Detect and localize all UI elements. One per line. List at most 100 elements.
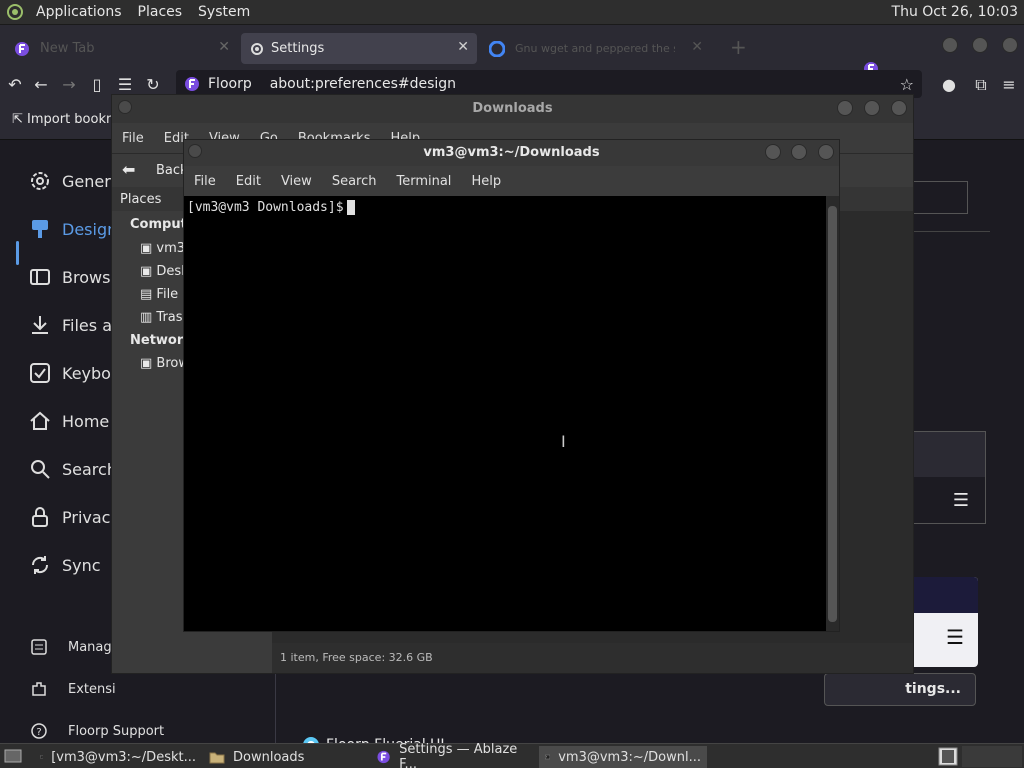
search-settings-field[interactable] [914,181,968,214]
terminal-close-icon[interactable] [818,144,834,160]
terminal-window: vm3@vm3:~/Downloads File Edit View Searc… [183,139,840,632]
hamburger-icon: ☰ [946,625,964,649]
settings-button-label: tings... [905,681,961,697]
close-icon[interactable] [1002,37,1018,53]
tab-google[interactable]: Gnu wget and peppered the same ✕ [481,33,711,64]
import-bookmarks-button[interactable]: ⇱ Import bookm [12,112,119,127]
selected-marker [16,241,19,265]
places-menu[interactable]: Places [130,4,191,20]
applications-menu[interactable]: Applications [28,4,130,20]
url-text[interactable]: about:preferences#design [270,76,456,92]
terminal-minimize-icon[interactable] [765,144,781,160]
terminal-menu-terminal[interactable]: Terminal [386,174,461,189]
sync-icon [31,556,49,574]
close-tab-icon[interactable]: ✕ [218,39,230,55]
tab-bar: New Tab ✕ Settings ✕ Gnu wget and pepper… [0,25,1024,76]
sidebar-item-label: Design [62,219,118,239]
sidebar-item-support[interactable]: ? Floorp Support [30,719,164,743]
gear-icon [251,42,263,55]
sidebar-item-label: Home [62,411,110,431]
terminal-menubar: File Edit View Search Terminal Help [184,166,839,196]
terminal-menu-icon[interactable] [188,144,202,158]
menu-icon[interactable]: ≡ [998,74,1020,96]
terminal-menu-help[interactable]: Help [461,174,511,189]
terminal-maximize-icon[interactable] [791,144,807,160]
reload-icon[interactable]: ↻ [142,74,164,96]
settings-button[interactable]: tings... [824,673,976,706]
fm-menu-icon[interactable] [118,100,132,114]
terminal-menu-file[interactable]: File [184,174,226,189]
divider [914,231,990,232]
task-label: Downloads [233,749,305,765]
fm-status-text: 1 item, Free space: 32.6 GB [280,651,433,664]
fm-minimize-icon[interactable] [837,100,853,116]
show-desktop-icon[interactable] [4,749,22,763]
sidebar-item-label: Sync [62,555,101,575]
terminal-menu-view[interactable]: View [271,174,322,189]
bookmark-star-icon[interactable]: ☆ [900,75,914,94]
terminal-menu-search[interactable]: Search [322,174,387,189]
task-terminal-desktop[interactable]: [vm3@vm3:~/Deskt... [34,746,202,768]
list-icon[interactable]: ☰ [114,74,136,96]
fm-menu-file[interactable]: File [112,131,154,146]
fm-maximize-icon[interactable] [864,100,880,116]
close-tab-icon[interactable]: ✕ [457,39,469,55]
place-vm3[interactable]: ▣ vm3 [140,241,185,256]
fm-close-icon[interactable] [891,100,907,116]
tab-settings[interactable]: Settings ✕ [241,33,477,64]
task-settings-browser[interactable]: Settings — Ablaze F... [370,742,538,768]
terminal-screen[interactable]: [vm3@vm3 Downloads]$ I [184,196,826,631]
places-dropdown[interactable]: Places [120,192,161,207]
back-icon[interactable]: ← [30,74,52,96]
undo-close-icon[interactable]: ↶ [4,74,26,96]
back-arrow-icon[interactable]: ⬅ [122,160,135,179]
sidebar-item-home[interactable]: Home [28,403,109,439]
sidebar-item-manage[interactable]: Manage [30,635,120,659]
tab-label: Gnu wget and peppered the same [515,42,675,55]
gear-icon [31,172,49,190]
new-tab-plus-icon[interactable]: + [730,35,747,59]
sidebar-item-design[interactable]: Design [28,211,117,247]
terminal-prompt: [vm3@vm3 Downloads]$ [187,200,344,215]
task-downloads[interactable]: Downloads [203,746,369,768]
task-terminal-downloads[interactable]: vm3@vm3:~/Downl... [539,746,707,768]
tab-label: Settings [271,41,325,56]
google-icon [489,40,505,57]
sidebar-item-label: Floorp Support [68,723,165,739]
task-label: Settings — Ablaze F... [399,742,518,768]
sidebar-item-search[interactable]: Search [28,451,117,487]
account-icon[interactable]: ● [938,74,960,96]
fm-titlebar[interactable]: Downloads [112,95,913,123]
terminal-titlebar[interactable]: vm3@vm3:~/Downloads [184,140,839,166]
terminal-menu-edit[interactable]: Edit [226,174,271,189]
extensions-icon[interactable]: ⧉ [970,74,992,96]
fm-statusbar: 1 item, Free space: 32.6 GB [272,643,913,673]
svg-text:?: ? [36,727,41,738]
sidebar-item-extensions[interactable]: Extensi [30,677,116,701]
tab-new-tab[interactable]: New Tab ✕ [6,33,238,64]
forward-icon[interactable]: → [58,74,80,96]
minimize-icon[interactable] [942,37,958,53]
sidebar-item-sync[interactable]: Sync [28,547,101,583]
home-folder-icon: ▣ [140,241,157,256]
maximize-icon[interactable] [972,37,988,53]
terminal-scroll-thumb[interactable] [828,206,837,622]
sidebar-item-privacy[interactable]: Privacy [28,499,120,535]
close-tab-icon[interactable]: ✕ [691,39,703,55]
theme-preview-light[interactable]: ☰ [914,577,978,667]
place-label: vm3 [156,241,186,256]
desktop-icon: ▣ [140,264,157,279]
system-menu[interactable]: System [190,4,258,20]
taskbar: [vm3@vm3:~/Deskt... Downloads Settings —… [0,742,1024,768]
sidebar-toggle-icon[interactable]: ▯ [86,74,108,96]
terminal-scrollbar[interactable] [826,196,839,631]
network-icon: ▣ [140,356,157,371]
drive-icon: ▤ [140,287,157,302]
clock[interactable]: Thu Oct 26, 10:03 [892,4,1018,20]
theme-preview-card[interactable]: ☰ [914,431,986,524]
mate-logo-icon[interactable] [6,3,24,21]
floorp-icon [15,41,29,56]
workspace-switcher-icon[interactable] [938,747,958,766]
workspace-2[interactable] [962,746,1022,767]
keyboard-icon [30,363,50,383]
